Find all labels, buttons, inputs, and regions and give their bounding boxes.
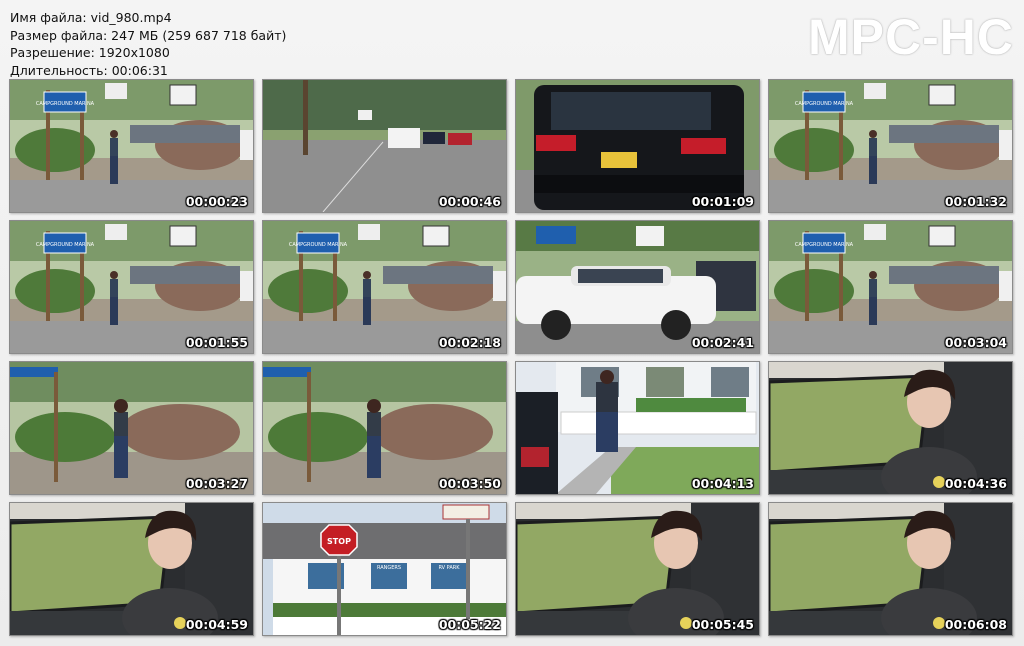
thumbnail-timestamp: 00:02:41 bbox=[691, 335, 754, 350]
svg-text:STOP: STOP bbox=[327, 537, 351, 546]
thumbnail-image bbox=[263, 362, 506, 494]
thumbnail-image bbox=[263, 80, 506, 212]
thumbnail-image bbox=[769, 362, 1012, 494]
thumbnail-timestamp: 00:03:50 bbox=[438, 476, 501, 491]
file-name-text: Имя файла: vid_980.mp4 bbox=[10, 10, 172, 25]
thumbnail[interactable]: 00:03:50 bbox=[262, 361, 507, 495]
thumbnail[interactable]: 00:04:36 bbox=[768, 361, 1013, 495]
thumbnail[interactable]: CAMPGROUND MARINA 00:00:23 bbox=[9, 79, 254, 213]
resolution-text: Разрешение: 1920x1080 bbox=[10, 45, 170, 60]
thumbnail[interactable]: CAMPGROUND MARINA 00:01:32 bbox=[768, 79, 1013, 213]
duration-text: Длительность: 00:06:31 bbox=[10, 62, 168, 78]
svg-text:CAMPGROUND MARINA: CAMPGROUND MARINA bbox=[36, 101, 95, 107]
thumbnail[interactable]: 00:01:09 bbox=[515, 79, 760, 213]
thumbnail-timestamp: 00:03:04 bbox=[944, 335, 1007, 350]
thumbnail-image bbox=[10, 362, 253, 494]
thumbnail-timestamp: 00:03:27 bbox=[185, 476, 248, 491]
thumbnail[interactable]: CAMPGROUND MARINA 00:02:18 bbox=[262, 220, 507, 354]
thumbnail-timestamp: 00:01:55 bbox=[185, 335, 248, 350]
thumbnail-grid: CAMPGROUND MARINA 00:00:23 00:00:46 00:0… bbox=[9, 79, 1015, 636]
thumbnail[interactable]: 00:04:13 bbox=[515, 361, 760, 495]
thumbnail-timestamp: 00:05:45 bbox=[691, 617, 754, 632]
thumbnail[interactable]: 00:04:59 bbox=[9, 502, 254, 636]
file-size-text: Размер файла: 247 МБ (259 687 718 байт) bbox=[10, 27, 287, 43]
thumbnail[interactable]: RANGERS RV PARK STOP 00:05:22 bbox=[262, 502, 507, 636]
thumbnail[interactable]: CAMPGROUND MARINA 00:01:55 bbox=[9, 220, 254, 354]
thumbnail[interactable]: CAMPGROUND MARINA 00:03:04 bbox=[768, 220, 1013, 354]
thumbnail-image bbox=[516, 503, 759, 635]
thumbnail[interactable]: 00:00:46 bbox=[262, 79, 507, 213]
file-info-panel: Имя файла: vid_980.mp4 Размер файла: 247… bbox=[10, 9, 286, 79]
thumbnail-timestamp: 00:01:32 bbox=[944, 194, 1007, 209]
thumbnail-timestamp: 00:01:09 bbox=[691, 194, 754, 209]
thumbnail-timestamp: 00:05:22 bbox=[438, 617, 501, 632]
thumbnail-timestamp: 00:06:08 bbox=[944, 617, 1007, 632]
thumbnail[interactable]: 00:06:08 bbox=[768, 502, 1013, 636]
thumbnail-timestamp: 00:02:18 bbox=[438, 335, 501, 350]
thumbnail-image bbox=[516, 80, 759, 212]
thumbnail-timestamp: 00:00:23 bbox=[185, 194, 248, 209]
svg-text:CAMPGROUND MARINA: CAMPGROUND MARINA bbox=[795, 101, 854, 107]
thumbnail-image bbox=[10, 503, 253, 635]
thumbnail-image: CAMPGROUND MARINA bbox=[263, 221, 506, 353]
thumbnail-timestamp: 00:04:13 bbox=[691, 476, 754, 491]
thumbnail-image: CAMPGROUND MARINA bbox=[10, 221, 253, 353]
thumbnail-image bbox=[516, 362, 759, 494]
thumbnail-image bbox=[516, 221, 759, 353]
thumbnail[interactable]: 00:02:41 bbox=[515, 220, 760, 354]
svg-text:CAMPGROUND MARINA: CAMPGROUND MARINA bbox=[795, 242, 854, 248]
thumbnail-timestamp: 00:00:46 bbox=[438, 194, 501, 209]
svg-text:CAMPGROUND MARINA: CAMPGROUND MARINA bbox=[289, 242, 348, 248]
svg-text:CAMPGROUND MARINA: CAMPGROUND MARINA bbox=[36, 242, 95, 248]
thumbnail[interactable]: 00:03:27 bbox=[9, 361, 254, 495]
thumbnail-image bbox=[769, 503, 1012, 635]
mpc-hc-logo: MPC-HC bbox=[808, 9, 1014, 65]
thumbnail-timestamp: 00:04:59 bbox=[185, 617, 248, 632]
thumbnail-timestamp: 00:04:36 bbox=[944, 476, 1007, 491]
thumbnail-image: RANGERS RV PARK STOP bbox=[263, 503, 506, 635]
thumbnail-image: CAMPGROUND MARINA bbox=[10, 80, 253, 212]
thumbnail-image: CAMPGROUND MARINA bbox=[769, 80, 1012, 212]
thumbnail-image: CAMPGROUND MARINA bbox=[769, 221, 1012, 353]
svg-text:RV PARK: RV PARK bbox=[438, 565, 460, 571]
svg-text:RANGERS: RANGERS bbox=[377, 565, 401, 571]
thumbnail[interactable]: 00:05:45 bbox=[515, 502, 760, 636]
